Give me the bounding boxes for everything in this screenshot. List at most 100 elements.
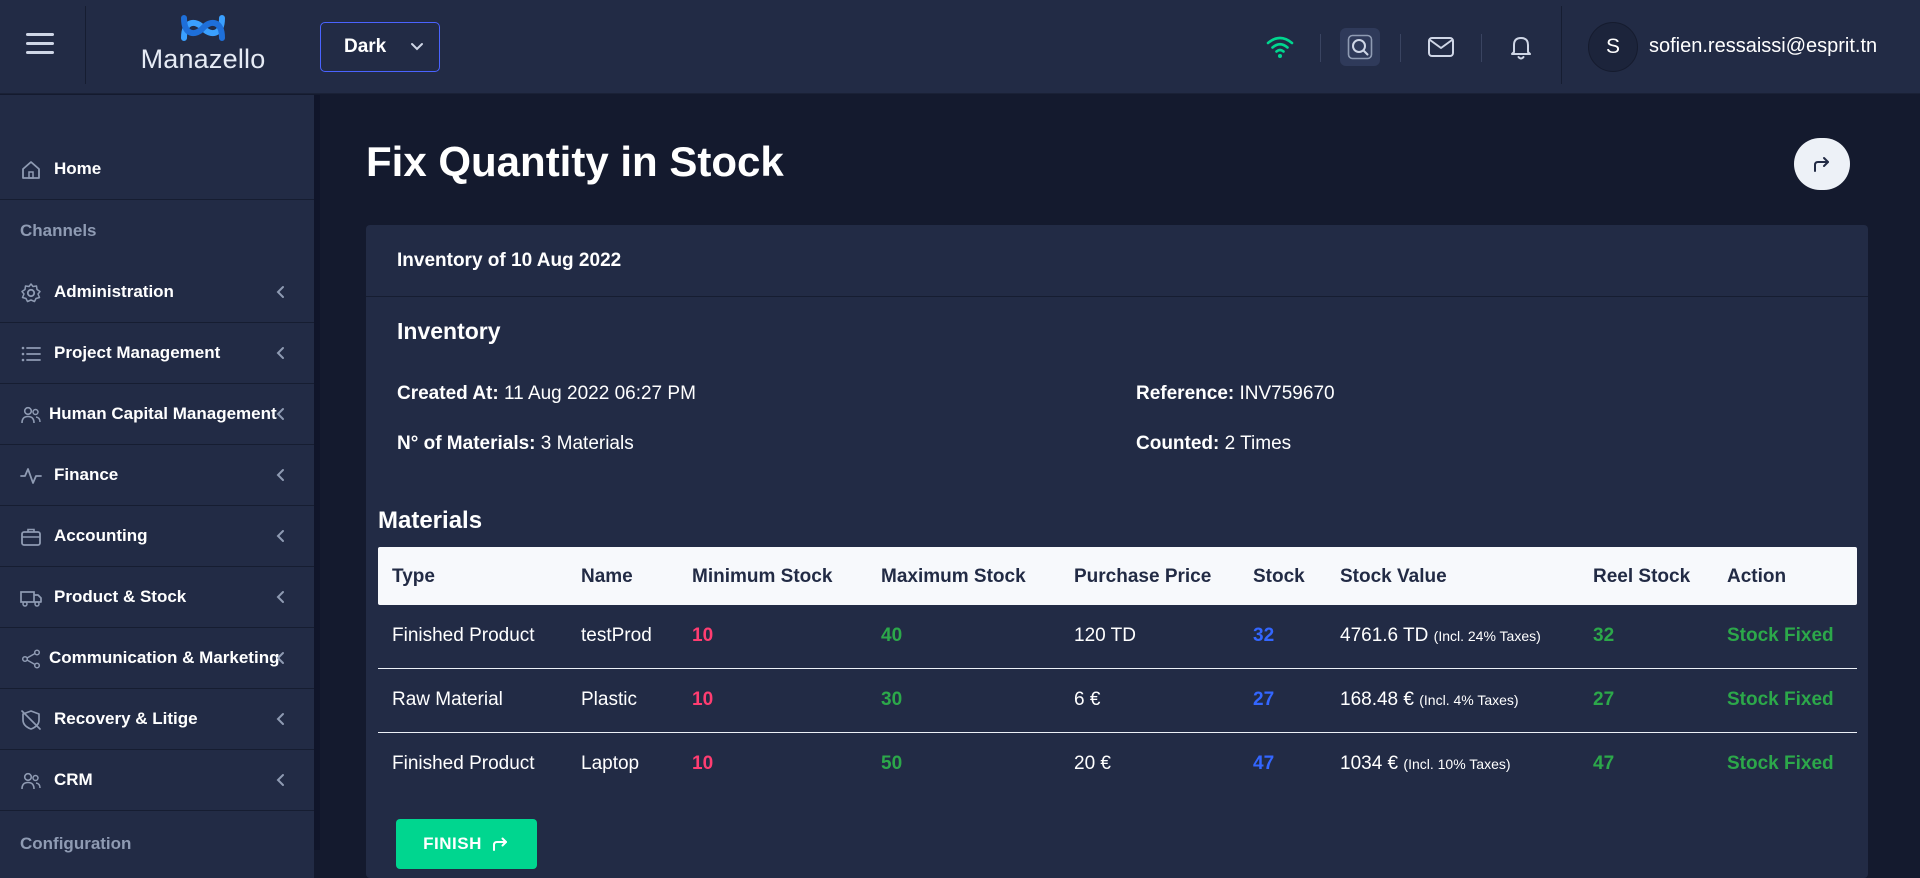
counted-value: 2 Times [1224,433,1292,454]
column-header-stock-value[interactable]: Stock Value [1340,566,1447,588]
user-email[interactable]: sofien.ressaissi@esprit.tn [1649,35,1877,58]
cell-stock: 32 [1253,625,1275,646]
column-header-action[interactable]: Action [1727,566,1786,588]
cell-minimum-stock: 10 [692,689,714,710]
chevron-left-icon [276,469,284,481]
sidebar-item-home[interactable]: Home [0,139,314,200]
materials-count-value: 3 Materials [540,433,634,454]
sidebar-item-accounting[interactable]: Accounting [0,506,314,567]
cell-name: Laptop [581,753,640,774]
sidebar-item-finance[interactable]: Finance [0,445,314,506]
brand-logo[interactable]: Manazello [138,10,268,80]
materials-table: Type Name Minimum Stock Maximum Stock Pu… [378,547,1857,797]
column-header-reel-stock[interactable]: Reel Stock [1593,566,1690,588]
table-row[interactable]: Finished Product testProd 10 40 120 TD 3… [378,605,1857,669]
sidebar-item-product-stock[interactable]: Product & Stock [0,567,314,628]
sidebar-heading-channels: Channels [20,221,97,240]
chevron-left-icon [276,347,284,359]
sidebar-item-label: Finance [54,465,119,484]
column-header-type[interactable]: Type [392,566,435,588]
created-at-value: 11 Aug 2022 06:27 PM [503,383,696,404]
materials-count-label: N° of Materials: [397,433,536,454]
column-header-stock[interactable]: Stock [1253,566,1305,588]
reference-field: Reference: INV759670 [1136,383,1335,405]
sidebar: Home Channels Administration Project Man… [0,95,314,878]
cell-stock-value: 168.48 € (Incl. 4% Taxes) [1340,689,1519,711]
stock-fixed-status: Stock Fixed [1727,689,1834,710]
created-at-label: Created At: [397,383,499,404]
stock-value-amount: 168.48 € [1340,689,1414,710]
chevron-left-icon [276,774,284,786]
inventory-card: Inventory of 10 Aug 2022 Inventory Creat… [366,225,1868,878]
cell-name: Plastic [581,689,637,710]
sidebar-item-communication-marketing[interactable]: Communication & Marketing [0,628,314,689]
cell-stock: 47 [1253,753,1275,774]
header-divider [85,6,86,84]
sidebar-item-label: Project Management [54,343,221,362]
table-row[interactable]: Finished Product Laptop 10 50 20 € 47 10… [378,733,1857,797]
card-header: Inventory of 10 Aug 2022 [366,225,1868,297]
cell-reel-stock: 47 [1593,753,1615,774]
search-icon[interactable] [1340,28,1380,66]
sidebar-item-recovery-litige[interactable]: Recovery & Litige [0,689,314,750]
cell-stock-value: 4761.6 TD (Incl. 24% Taxes) [1340,625,1541,647]
forward-arrow-icon [1814,157,1829,172]
forward-button[interactable] [1794,138,1850,190]
sidebar-scrollbar[interactable] [314,95,320,850]
reference-label: Reference: [1136,383,1235,404]
finish-button-label: FINISH [423,834,482,853]
column-header-purchase-price[interactable]: Purchase Price [1074,566,1211,588]
cell-purchase-price: 20 € [1074,753,1111,774]
header-separator [1320,34,1321,62]
home-icon [22,161,40,179]
table-row[interactable]: Raw Material Plastic 10 30 6 € 27 168.48… [378,669,1857,733]
column-header-name[interactable]: Name [581,566,633,588]
sidebar-item-label: Administration [54,282,174,301]
truck-icon [20,591,42,607]
avatar[interactable]: S [1588,22,1638,72]
column-header-minimum-stock[interactable]: Minimum Stock [692,566,832,588]
sidebar-item-administration[interactable]: Administration [0,262,314,323]
cell-type: Raw Material [392,689,503,710]
inventory-title: Inventory [397,318,501,344]
stock-value-tax: (Incl. 4% Taxes) [1419,692,1519,708]
chevron-left-icon [276,713,284,725]
cell-purchase-price: 6 € [1074,689,1101,710]
cell-type: Finished Product [392,753,535,774]
materials-title: Materials [378,507,483,534]
stock-fixed-status: Stock Fixed [1727,753,1834,774]
mail-icon[interactable] [1421,28,1461,66]
cell-reel-stock: 32 [1593,625,1615,646]
card-header-title: Inventory of 10 Aug 2022 [397,250,622,271]
chevron-left-icon [276,408,284,420]
cell-minimum-stock: 10 [692,753,714,774]
sidebar-item-crm[interactable]: CRM [0,750,314,811]
table-header: Type Name Minimum Stock Maximum Stock Pu… [378,547,1857,605]
menu-toggle-icon[interactable] [26,33,58,61]
page-scrollbar[interactable] [1914,95,1920,878]
wifi-icon[interactable] [1260,28,1300,66]
theme-select[interactable]: Dark [320,22,440,72]
stock-value-tax: (Incl. 10% Taxes) [1403,756,1511,772]
forward-arrow-icon [492,837,507,851]
cell-name: testProd [581,625,652,646]
header-separator [1481,34,1482,62]
sidebar-item-human-capital-management[interactable]: Human Capital Management [0,384,314,445]
people-icon [21,772,41,790]
column-header-maximum-stock[interactable]: Maximum Stock [881,566,1026,588]
stock-value-tax: (Incl. 24% Taxes) [1433,628,1541,644]
theme-select-value: Dark [344,36,387,57]
chevron-left-icon [276,652,284,664]
cell-reel-stock: 27 [1593,689,1615,710]
chevron-left-icon [276,286,284,298]
bell-icon[interactable] [1501,28,1541,66]
finish-button[interactable]: FINISH [396,819,537,869]
cell-maximum-stock: 30 [881,689,903,710]
gear-icon [21,283,41,303]
list-icon [21,346,41,362]
sidebar-item-label: Communication & Marketing [49,648,280,667]
people-icon [21,406,41,424]
shield-off-icon [21,710,41,730]
cell-stock-value: 1034 € (Incl. 10% Taxes) [1340,753,1511,775]
sidebar-item-project-management[interactable]: Project Management [0,323,314,384]
